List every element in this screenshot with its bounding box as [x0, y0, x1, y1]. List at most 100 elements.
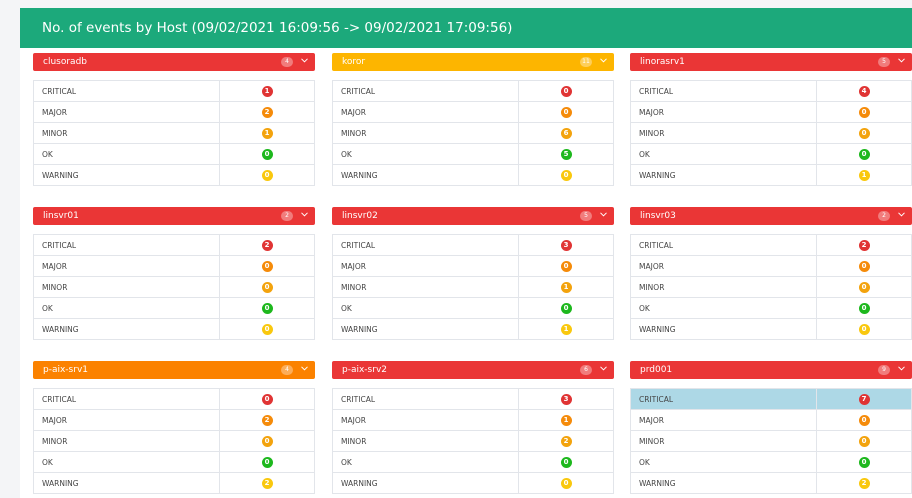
host-card-header[interactable]: prd001 9 [630, 361, 912, 379]
severity-count-cell: 0 [518, 80, 614, 102]
severity-count-cell: 5 [518, 143, 614, 165]
table-row[interactable]: WARNING 0 [33, 164, 315, 186]
event-count-badge: 5 [878, 57, 890, 67]
severity-count-cell: 1 [518, 276, 614, 298]
table-row[interactable]: WARNING 1 [630, 164, 912, 186]
event-count-badge: 2 [281, 211, 293, 221]
table-row[interactable]: WARNING 2 [33, 472, 315, 494]
severity-count-cell: 0 [518, 451, 614, 473]
table-row[interactable]: MINOR 1 [332, 276, 614, 298]
severity-count-badge: 5 [560, 148, 572, 160]
host-card-header[interactable]: p-aix-srv1 4 [33, 361, 315, 379]
chevron-down-icon[interactable] [898, 212, 905, 218]
table-row[interactable]: OK 0 [332, 297, 614, 319]
table-row[interactable]: OK 0 [33, 297, 315, 319]
table-row[interactable]: CRITICAL 2 [33, 234, 315, 256]
chevron-down-icon[interactable] [301, 212, 308, 218]
table-row[interactable]: MAJOR 1 [332, 409, 614, 431]
chevron-down-icon[interactable] [898, 58, 905, 64]
chevron-down-icon[interactable] [600, 212, 607, 218]
severity-label: OK [33, 451, 220, 473]
table-row[interactable]: WARNING 0 [332, 164, 614, 186]
table-row[interactable]: CRITICAL 2 [630, 234, 912, 256]
table-row[interactable]: MAJOR 0 [630, 101, 912, 123]
severity-label: MAJOR [630, 101, 817, 123]
severity-label: CRITICAL [332, 80, 519, 102]
severity-count-cell: 2 [816, 472, 912, 494]
severity-count-badge: 3 [560, 393, 572, 405]
table-row[interactable]: MAJOR 0 [630, 255, 912, 277]
table-row[interactable]: CRITICAL 4 [630, 80, 912, 102]
table-row[interactable]: OK 0 [630, 451, 912, 473]
severity-count-badge: 0 [560, 302, 572, 314]
table-row[interactable]: MAJOR 2 [33, 101, 315, 123]
chevron-down-icon[interactable] [600, 366, 607, 372]
table-row[interactable]: MINOR 0 [33, 276, 315, 298]
severity-count-badge: 0 [261, 393, 273, 405]
severity-label: WARNING [332, 318, 519, 340]
table-row[interactable]: CRITICAL 0 [33, 388, 315, 410]
table-row[interactable]: MINOR 6 [332, 122, 614, 144]
table-row[interactable]: OK 0 [630, 143, 912, 165]
severity-count-badge: 0 [261, 169, 273, 181]
severity-count-cell: 0 [219, 297, 315, 319]
table-row[interactable]: MINOR 0 [33, 430, 315, 452]
severity-label: MINOR [332, 276, 519, 298]
severity-count-cell: 2 [518, 430, 614, 452]
chevron-down-icon[interactable] [301, 58, 308, 64]
severity-label: MINOR [332, 430, 519, 452]
table-row[interactable]: MAJOR 0 [332, 101, 614, 123]
table-row[interactable]: MINOR 0 [630, 122, 912, 144]
table-row[interactable]: OK 0 [33, 451, 315, 473]
host-card-header[interactable]: koror 11 [332, 53, 614, 71]
table-row[interactable]: WARNING 0 [630, 318, 912, 340]
table-row[interactable]: MAJOR 2 [33, 409, 315, 431]
chevron-down-icon[interactable] [600, 58, 607, 64]
table-row[interactable]: OK 0 [33, 143, 315, 165]
table-row[interactable]: WARNING 0 [332, 472, 614, 494]
table-row[interactable]: OK 5 [332, 143, 614, 165]
table-row[interactable]: MAJOR 0 [33, 255, 315, 277]
table-row[interactable]: MINOR 2 [332, 430, 614, 452]
table-row[interactable]: MINOR 1 [33, 122, 315, 144]
table-row[interactable]: WARNING 0 [33, 318, 315, 340]
table-row[interactable]: CRITICAL 1 [33, 80, 315, 102]
severity-count-cell: 2 [219, 101, 315, 123]
severity-count-badge: 0 [858, 414, 870, 426]
host-card-header[interactable]: clusoradb 4 [33, 53, 315, 71]
table-row[interactable]: OK 0 [332, 451, 614, 473]
host-card-header[interactable]: linsvr03 2 [630, 207, 912, 225]
host-card-header[interactable]: p-aix-srv2 6 [332, 361, 614, 379]
table-row[interactable]: WARNING 2 [630, 472, 912, 494]
table-row[interactable]: WARNING 1 [332, 318, 614, 340]
chevron-down-icon[interactable] [898, 366, 905, 372]
severity-count-badge: 6 [560, 127, 572, 139]
host-card-header[interactable]: linsvr02 5 [332, 207, 614, 225]
host-card-header[interactable]: linorasrv1 5 [630, 53, 912, 71]
severity-count-cell: 0 [219, 451, 315, 473]
table-row[interactable]: CRITICAL 3 [332, 388, 614, 410]
chevron-down-icon[interactable] [301, 366, 308, 372]
host-card-prd001: prd001 9 CRITICAL 7 MAJOR 0 MINOR 0 OK 0 WARNING 2 [630, 361, 912, 494]
table-row[interactable]: MINOR 0 [630, 276, 912, 298]
severity-label: MINOR [630, 122, 817, 144]
table-row[interactable]: MINOR 0 [630, 430, 912, 452]
table-row[interactable]: MAJOR 0 [630, 409, 912, 431]
severity-label: OK [630, 451, 817, 473]
host-card-header[interactable]: linsvr01 2 [33, 207, 315, 225]
host-card-clusoradb: clusoradb 4 CRITICAL 1 MAJOR 2 MINOR 1 OK 0 WARNIN… [33, 53, 315, 186]
table-row[interactable]: CRITICAL 7 [630, 388, 912, 410]
severity-count-badge: 0 [858, 323, 870, 335]
event-count-badge: 6 [580, 365, 592, 375]
event-count-badge: 11 [580, 57, 592, 67]
severity-label: OK [630, 297, 817, 319]
severity-count-cell: 1 [518, 409, 614, 431]
severity-table: CRITICAL 1 MAJOR 2 MINOR 1 OK 0 WARNING 0 [33, 80, 315, 186]
host-card-p-aix-srv2: p-aix-srv2 6 CRITICAL 3 MAJOR 1 MINOR 2 OK 0 WARNI… [332, 361, 614, 494]
table-row[interactable]: CRITICAL 0 [332, 80, 614, 102]
table-row[interactable]: OK 0 [630, 297, 912, 319]
table-row[interactable]: CRITICAL 3 [332, 234, 614, 256]
severity-label: CRITICAL [630, 234, 817, 256]
table-row[interactable]: MAJOR 0 [332, 255, 614, 277]
severity-count-badge: 1 [261, 127, 273, 139]
